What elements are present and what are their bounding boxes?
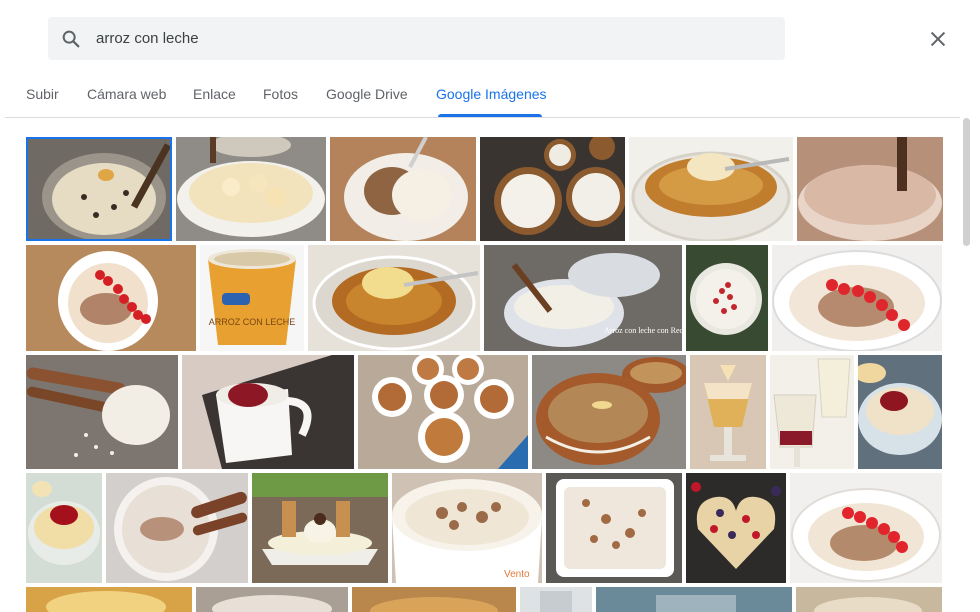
image-result[interactable]	[308, 245, 480, 351]
image-result[interactable]	[106, 473, 248, 583]
image-result[interactable]	[686, 473, 786, 583]
image-watermark: Arroz con leche con Receta Brasileja	[604, 326, 682, 335]
image-result[interactable]	[520, 587, 592, 612]
image-result[interactable]	[690, 355, 766, 469]
image-result[interactable]	[596, 587, 792, 612]
image-result[interactable]	[252, 473, 388, 583]
image-result[interactable]	[797, 137, 943, 241]
image-result[interactable]	[352, 587, 516, 612]
image-result[interactable]	[358, 355, 528, 469]
image-result[interactable]: ARROZ CON LECHE	[200, 245, 304, 351]
image-result[interactable]	[858, 355, 942, 469]
image-result[interactable]: Vento	[392, 473, 542, 583]
image-result[interactable]	[26, 245, 196, 351]
image-result[interactable]	[26, 355, 178, 469]
image-result[interactable]	[196, 587, 348, 612]
image-result[interactable]	[480, 137, 625, 241]
image-result[interactable]	[182, 355, 354, 469]
image-result[interactable]	[770, 355, 854, 469]
image-result[interactable]	[26, 137, 172, 241]
scrollbar[interactable]	[963, 118, 970, 246]
image-results-grid: ARROZ CON LECHE Arroz con leche con Rece…	[0, 0, 944, 612]
image-result[interactable]	[772, 245, 942, 351]
image-result[interactable]	[26, 473, 102, 583]
image-result[interactable]	[790, 473, 942, 583]
product-brand-text: ARROZ CON LECHE	[209, 317, 296, 327]
image-result[interactable]	[546, 473, 682, 583]
image-result[interactable]: Arroz con leche con Receta Brasileja	[484, 245, 682, 351]
image-bottom-text: Vento	[504, 569, 530, 580]
image-result[interactable]	[330, 137, 476, 241]
image-result[interactable]	[796, 587, 942, 612]
image-result[interactable]	[629, 137, 793, 241]
image-result[interactable]	[26, 587, 192, 612]
image-result[interactable]	[176, 137, 326, 241]
image-result[interactable]	[686, 245, 768, 351]
image-result[interactable]	[532, 355, 686, 469]
